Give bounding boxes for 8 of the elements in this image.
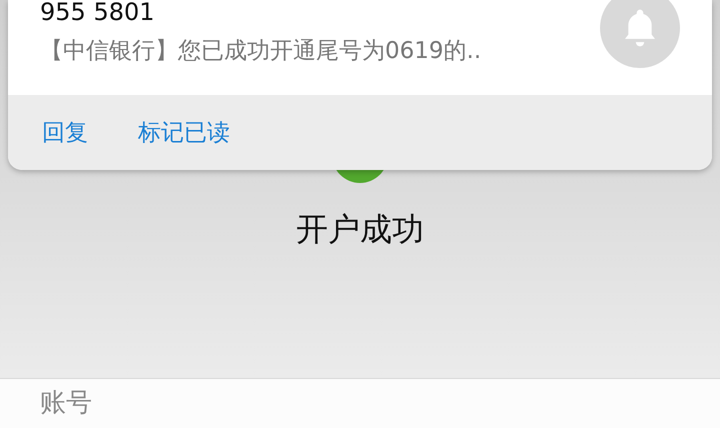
notification-card[interactable]: 955 5801 【中信银行】您已成功开通尾号为0619的.. 回复 标记已读: [8, 0, 712, 170]
message-text: 【中信银行】您已成功开通尾号为0619的..: [40, 37, 482, 66]
form-row[interactable]: 账号: [0, 378, 720, 428]
action-button[interactable]: 回复: [42, 116, 88, 151]
action-button[interactable]: 标记已读: [138, 116, 230, 151]
field-label: 账号: [40, 387, 92, 420]
sender-number: 955 5801: [40, 0, 156, 25]
status-title: 开户成功: [296, 213, 424, 245]
